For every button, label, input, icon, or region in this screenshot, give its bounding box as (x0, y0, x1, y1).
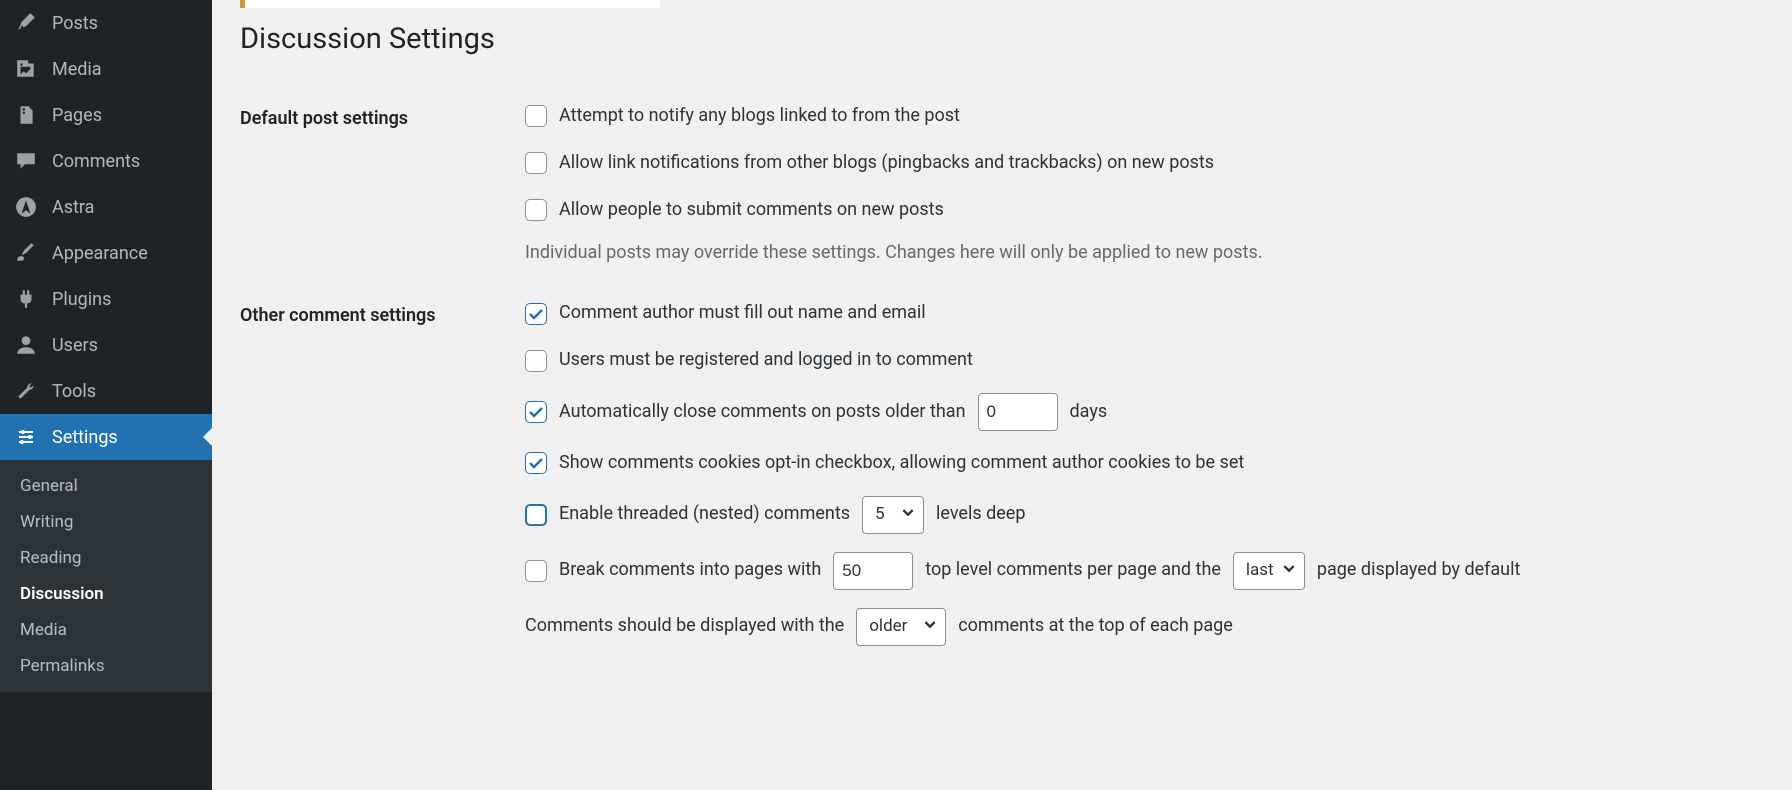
sidebar-item-label: Media (52, 59, 102, 80)
checkbox-threaded-comments[interactable] (525, 504, 547, 526)
label-cookies-optin: Show comments cookies opt-in checkbox, a… (559, 449, 1244, 478)
settings-form: Default post settings Attempt to notify … (240, 84, 1764, 664)
sidebar-item-label: Plugins (52, 289, 111, 310)
sidebar-item-label: Settings (52, 427, 118, 448)
label-order-post: comments at the top of each page (958, 612, 1233, 641)
checkbox-allow-comments[interactable] (525, 199, 547, 221)
sidebar-item-posts[interactable]: Posts (0, 0, 212, 46)
label-allow-comments: Allow people to submit comments on new p… (559, 196, 944, 225)
label-threaded-post: levels deep (936, 500, 1025, 529)
checkbox-require-registration[interactable] (525, 350, 547, 372)
label-auto-close-post: days (1070, 398, 1108, 427)
checkbox-break-pages[interactable] (525, 560, 547, 582)
sidebar-item-label: Appearance (52, 243, 148, 264)
label-threaded-pre: Enable threaded (nested) comments (559, 500, 850, 529)
checkbox-notify-blogs[interactable] (525, 105, 547, 127)
sidebar-item-label: Comments (52, 151, 140, 172)
settings-submenu: General Writing Reading Discussion Media… (0, 460, 212, 692)
submenu-item-reading[interactable]: Reading (0, 540, 212, 576)
checkbox-allow-pingbacks[interactable] (525, 152, 547, 174)
label-require-name-email: Comment author must fill out name and em… (559, 299, 926, 328)
notice-remnant (240, 0, 660, 8)
sidebar-item-comments[interactable]: Comments (0, 138, 212, 184)
user-icon (14, 333, 38, 357)
section-heading-default-post: Default post settings (240, 84, 515, 281)
label-break-pre: Break comments into pages with (559, 556, 821, 585)
plug-icon (14, 287, 38, 311)
media-icon (14, 57, 38, 81)
select-thread-depth[interactable]: 5 (862, 496, 924, 534)
select-default-page-value: last (1246, 557, 1274, 584)
sidebar-item-label: Astra (52, 197, 94, 218)
label-notify-blogs: Attempt to notify any blogs linked to fr… (559, 102, 960, 131)
sidebar-item-pages[interactable]: Pages (0, 92, 212, 138)
sidebar-item-media[interactable]: Media (0, 46, 212, 92)
submenu-item-general[interactable]: General (0, 468, 212, 504)
page-title: Discussion Settings (240, 22, 1764, 56)
sidebar-item-label: Pages (52, 105, 102, 126)
astra-icon (14, 195, 38, 219)
checkbox-require-name-email[interactable] (525, 303, 547, 325)
label-allow-pingbacks: Allow link notifications from other blog… (559, 149, 1214, 178)
sidebar-item-label: Tools (52, 381, 96, 402)
select-default-page[interactable]: last (1233, 552, 1305, 590)
sidebar-item-astra[interactable]: Astra (0, 184, 212, 230)
admin-sidebar: Posts Media Pages Comments Astra Appeara… (0, 0, 212, 790)
chevron-down-icon (923, 613, 937, 640)
sidebar-item-label: Users (52, 335, 98, 356)
select-comment-order[interactable]: older (856, 608, 946, 646)
checkbox-auto-close[interactable] (525, 401, 547, 423)
sidebar-item-label: Posts (52, 13, 98, 34)
sidebar-item-users[interactable]: Users (0, 322, 212, 368)
pages-icon (14, 103, 38, 127)
submenu-item-media[interactable]: Media (0, 612, 212, 648)
sidebar-item-settings[interactable]: Settings (0, 414, 212, 460)
settings-sliders-icon (14, 425, 38, 449)
submenu-item-writing[interactable]: Writing (0, 504, 212, 540)
label-order-pre: Comments should be displayed with the (525, 612, 844, 641)
pin-icon (14, 11, 38, 35)
chevron-down-icon (1282, 557, 1296, 584)
label-break-mid: top level comments per page and the (925, 556, 1221, 585)
label-break-post: page displayed by default (1317, 556, 1520, 585)
checkbox-cookies-optin[interactable] (525, 452, 547, 474)
default-post-description: Individual posts may override these sett… (525, 242, 1754, 263)
chevron-down-icon (901, 501, 915, 528)
submenu-item-permalinks[interactable]: Permalinks (0, 648, 212, 684)
label-auto-close-pre: Automatically close comments on posts ol… (559, 398, 966, 427)
sidebar-item-appearance[interactable]: Appearance (0, 230, 212, 276)
comments-icon (14, 149, 38, 173)
brush-icon (14, 241, 38, 265)
input-comments-per-page[interactable] (833, 552, 913, 590)
wrench-icon (14, 379, 38, 403)
label-require-registration: Users must be registered and logged in t… (559, 346, 973, 375)
submenu-item-discussion[interactable]: Discussion (0, 576, 212, 612)
main-content: Discussion Settings Default post setting… (212, 0, 1792, 790)
select-thread-depth-value: 5 (875, 501, 885, 528)
sidebar-item-tools[interactable]: Tools (0, 368, 212, 414)
select-comment-order-value: older (869, 613, 907, 640)
input-close-days[interactable] (978, 393, 1058, 431)
section-heading-other-comment: Other comment settings (240, 281, 515, 663)
sidebar-item-plugins[interactable]: Plugins (0, 276, 212, 322)
